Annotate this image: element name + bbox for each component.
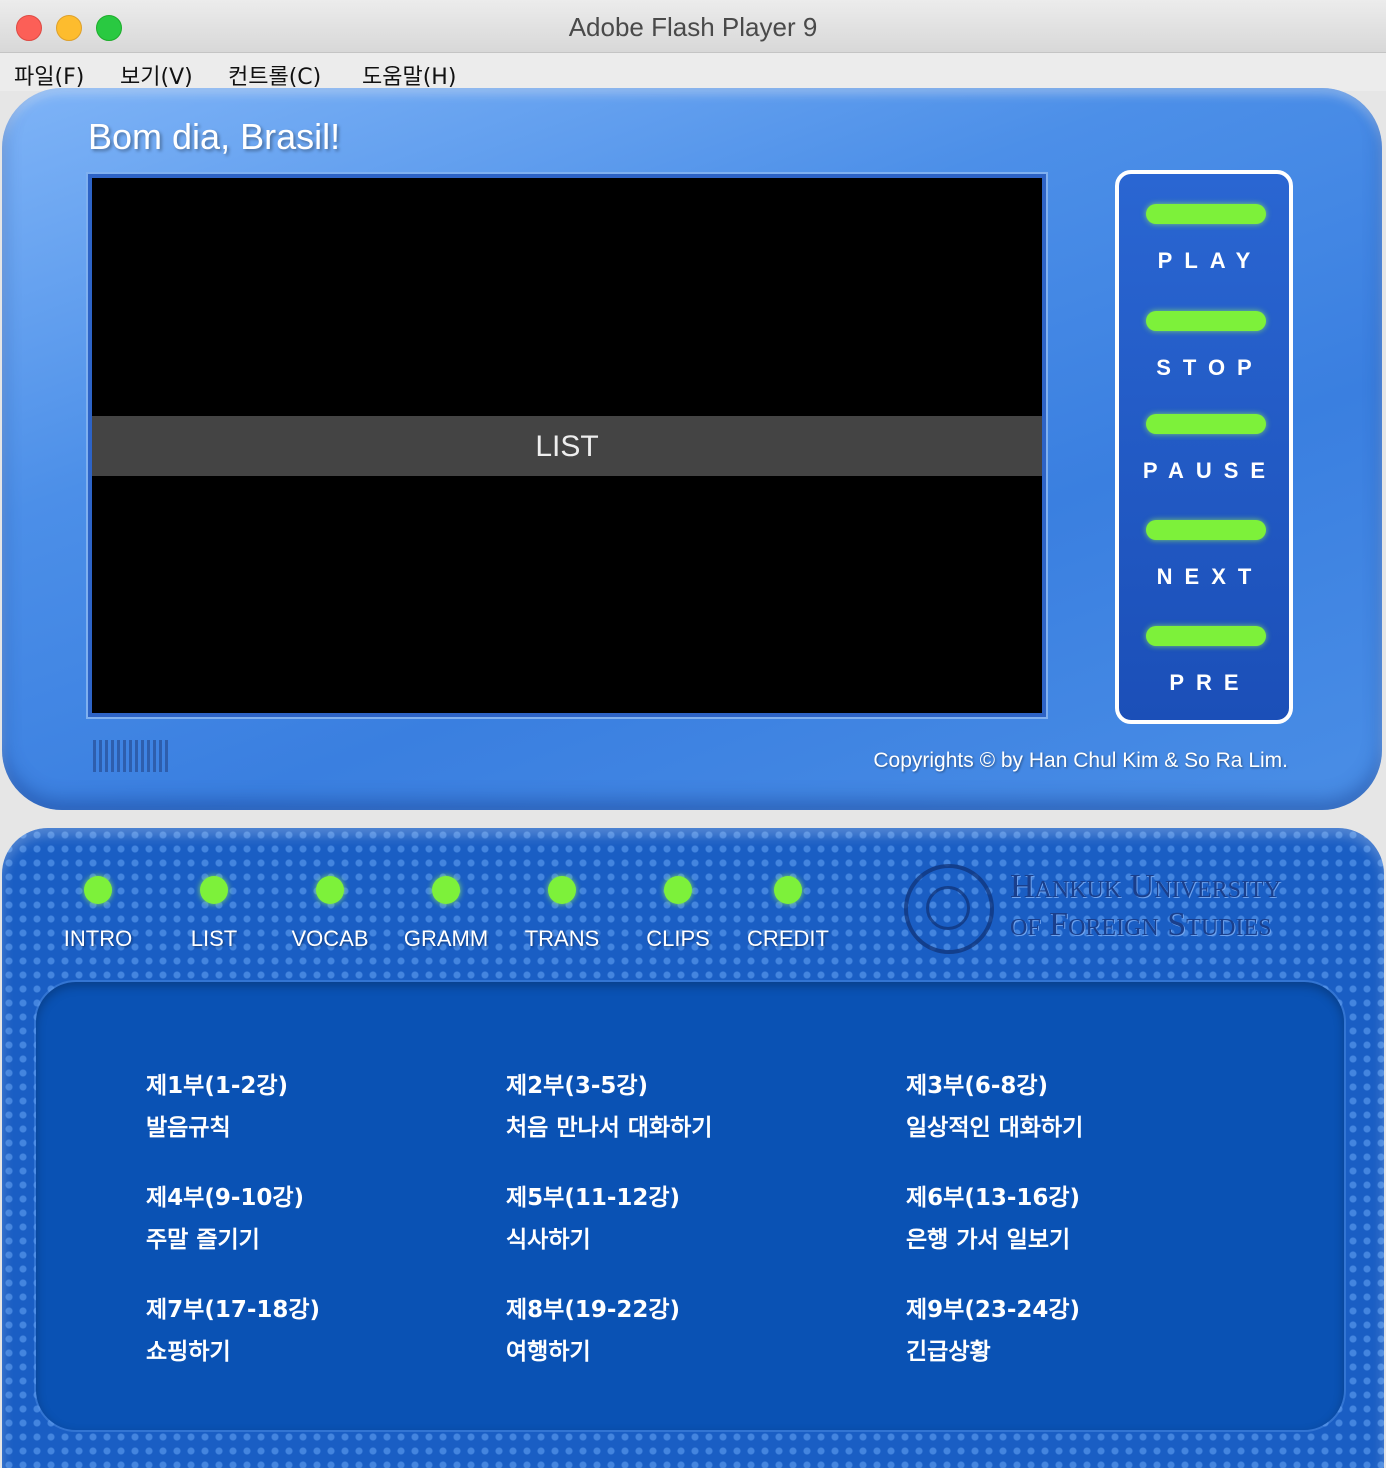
nav-credit[interactable]: CREDIT <box>728 876 848 956</box>
nav-clips-label: CLIPS <box>646 926 710 951</box>
lesson-item[interactable]: 제7부(17-18강) 쇼핑하기 <box>146 1290 320 1366</box>
nav-gramm-label: GRAMM <box>403 926 489 951</box>
lesson-title: 긴급상황 <box>906 1339 991 1365</box>
nav-trans[interactable]: TRANS <box>502 876 622 956</box>
lesson-item[interactable]: 제5부(11-12강) 식사하기 <box>506 1178 680 1254</box>
nav-gramm-dot <box>432 876 460 904</box>
play-label: PLAY <box>1157 248 1263 273</box>
stop-label: STOP <box>1156 355 1264 380</box>
lesson-part: 제3부(6-8강) <box>906 1073 1049 1099</box>
lesson-title: 식사하기 <box>506 1227 591 1253</box>
nav-clips-dot <box>664 876 692 904</box>
nav-gramm[interactable]: GRAMM <box>386 876 506 956</box>
lesson-item[interactable]: 제8부(19-22강) 여행하기 <box>506 1290 680 1366</box>
next-button[interactable]: NEXT <box>1119 520 1289 610</box>
university-seal-icon <box>904 864 994 954</box>
lesson-part: 제1부(1-2강) <box>146 1073 289 1099</box>
menu-bar: 파일(F) 보기(V) 컨트롤(C) 도움말(H) <box>0 53 1386 91</box>
speaker-grille <box>93 740 169 772</box>
pre-indicator-light <box>1146 626 1266 646</box>
logo-line-1: Hankuk University <box>1010 868 1281 905</box>
nav-intro-label: INTRO <box>63 926 133 951</box>
nav-vocab-label: VOCAB <box>291 926 369 951</box>
lesson-title: 일상적인 대화하기 <box>906 1115 1084 1141</box>
nav-clips[interactable]: CLIPS <box>618 876 738 956</box>
nav-trans-dot <box>548 876 576 904</box>
menu-help[interactable]: 도움말(H) <box>362 59 456 91</box>
lesson-title: 발음규칙 <box>146 1115 231 1141</box>
stop-indicator-light <box>1146 311 1266 331</box>
pause-button[interactable]: PAUSE <box>1119 414 1289 504</box>
lesson-title: 은행 가서 일보기 <box>906 1227 1071 1253</box>
menu-view[interactable]: 보기(V) <box>120 59 193 91</box>
lesson-item[interactable]: 제1부(1-2강) 발음규칙 <box>146 1066 288 1142</box>
menu-control[interactable]: 컨트롤(C) <box>228 59 321 91</box>
lesson-part: 제9부(23-24강) <box>906 1297 1081 1323</box>
play-indicator-light <box>1146 204 1266 224</box>
lesson-item[interactable]: 제2부(3-5강) 처음 만나서 대화하기 <box>506 1066 712 1142</box>
nav-intro-dot <box>84 876 112 904</box>
nav-list-dot <box>200 876 228 904</box>
lesson-item[interactable]: 제9부(23-24강) 긴급상황 <box>906 1290 1080 1366</box>
lesson-title: 처음 만나서 대화하기 <box>506 1115 713 1141</box>
video-screen: LIST <box>88 174 1046 717</box>
menu-file[interactable]: 파일(F) <box>14 59 84 91</box>
window-title: Adobe Flash Player 9 <box>568 12 818 42</box>
university-logo: Hankuk University of Foreign Studies <box>900 860 1320 960</box>
play-button[interactable]: PLAY <box>1119 204 1289 294</box>
playback-controls: PLAY STOP PAUSE NEXT PRE <box>1115 170 1293 724</box>
screen-label: LIST <box>535 430 599 463</box>
lesson-part: 제6부(13-16강) <box>906 1185 1081 1211</box>
nav-credit-dot <box>774 876 802 904</box>
nav-credit-label: CREDIT <box>747 926 829 951</box>
nav-trans-label: TRANS <box>524 926 600 951</box>
lesson-part: 제7부(17-18강) <box>146 1297 321 1323</box>
window-titlebar: Adobe Flash Player 9 <box>0 0 1386 53</box>
lesson-part: 제8부(19-22강) <box>506 1297 681 1323</box>
lesson-title: 여행하기 <box>506 1339 591 1365</box>
pause-indicator-light <box>1146 414 1266 434</box>
lesson-item[interactable]: 제3부(6-8강) 일상적인 대화하기 <box>906 1066 1083 1142</box>
lesson-part: 제2부(3-5강) <box>506 1073 649 1099</box>
stop-button[interactable]: STOP <box>1119 311 1289 401</box>
pre-button[interactable]: PRE <box>1119 626 1289 716</box>
lesson-item[interactable]: 제4부(9-10강) 주말 즐기기 <box>146 1178 304 1254</box>
nav-list[interactable]: LIST <box>154 876 274 956</box>
pause-label: PAUSE <box>1142 458 1278 483</box>
copyright-text: Copyrights © by Han Chul Kim & So Ra Lim… <box>873 749 1288 772</box>
nav-intro[interactable]: INTRO <box>38 876 158 956</box>
lesson-item[interactable]: 제6부(13-16강) 은행 가서 일보기 <box>906 1178 1080 1254</box>
next-label: NEXT <box>1156 564 1264 589</box>
nav-vocab[interactable]: VOCAB <box>270 876 390 956</box>
logo-line-2: of Foreign Studies <box>1010 906 1272 943</box>
lesson-title: 주말 즐기기 <box>146 1227 260 1253</box>
lesson-title: 쇼핑하기 <box>146 1339 231 1365</box>
lesson-part: 제5부(11-12강) <box>506 1185 681 1211</box>
nav-list-label: LIST <box>190 926 238 951</box>
pre-label: PRE <box>1169 670 1251 695</box>
next-indicator-light <box>1146 520 1266 540</box>
player-title: Bom dia, Brasil! <box>88 116 341 157</box>
lesson-part: 제4부(9-10강) <box>146 1185 305 1211</box>
nav-vocab-dot <box>316 876 344 904</box>
